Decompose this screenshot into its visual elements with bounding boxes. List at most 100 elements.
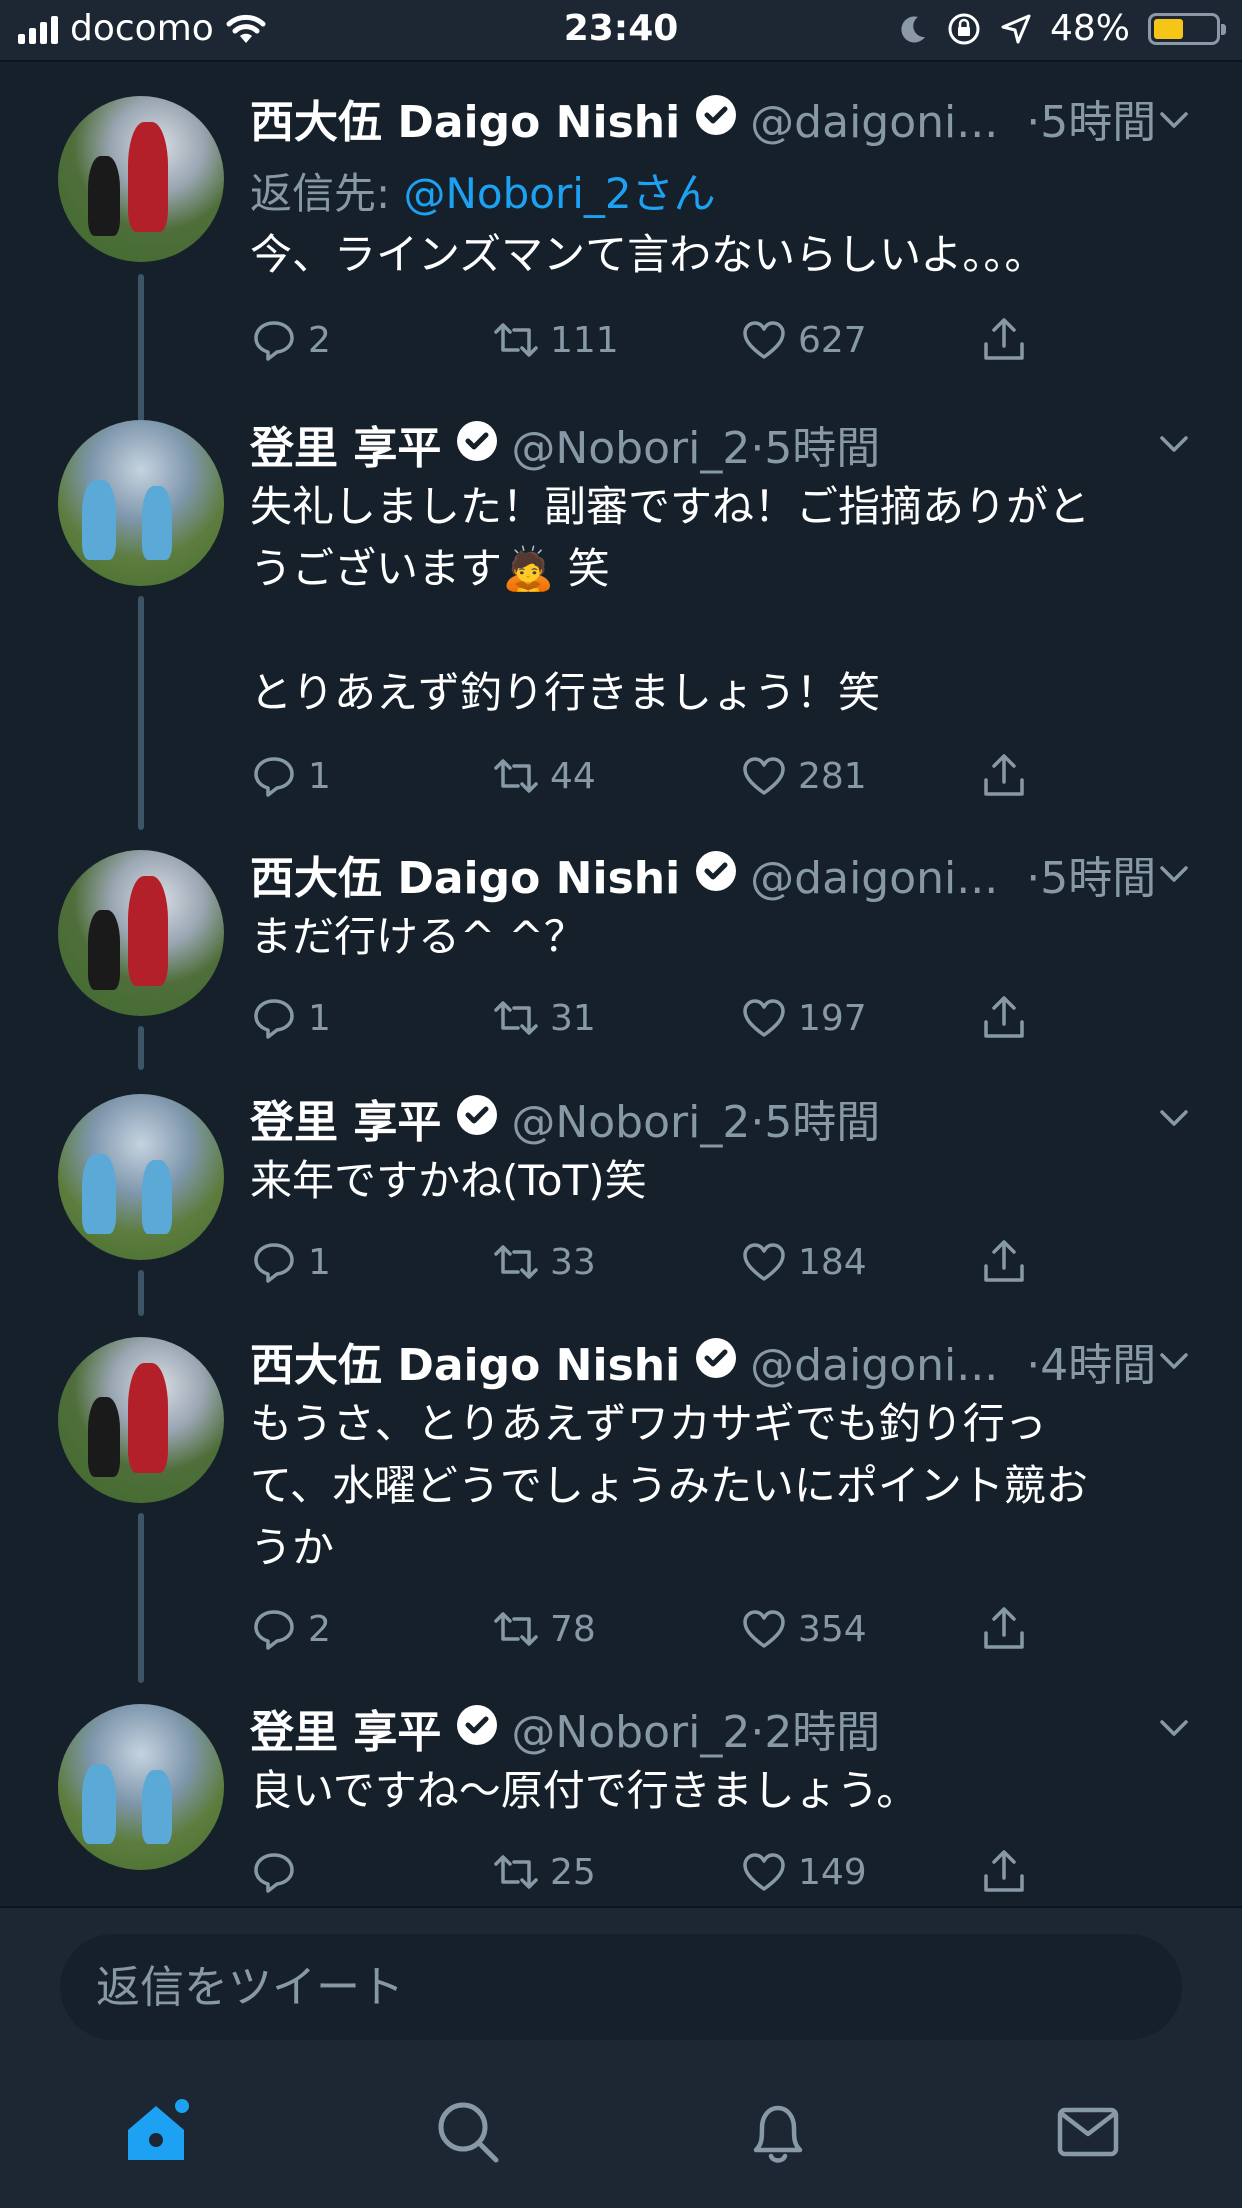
like-count: 627 xyxy=(798,319,867,361)
retweet-icon xyxy=(494,1855,538,1889)
retweet-button[interactable]: 44 xyxy=(492,752,596,800)
chevron-down-icon[interactable] xyxy=(1156,102,1192,138)
heart-icon xyxy=(743,999,785,1037)
author-handle: @Nobori_2 xyxy=(511,1097,751,1148)
retweet-button[interactable]: 25 xyxy=(492,1848,596,1896)
retweet-icon xyxy=(494,1001,538,1035)
avatar[interactable] xyxy=(58,1094,224,1260)
author-handle: @daigoni... xyxy=(750,97,999,148)
like-button[interactable]: 627 xyxy=(740,316,867,364)
reply-bar xyxy=(0,1906,1242,2060)
thread-line xyxy=(138,1026,144,1070)
reply-to-link[interactable]: @Nobori_2さん xyxy=(404,169,716,218)
verified-badge-icon xyxy=(457,1095,498,1135)
heart-icon xyxy=(743,1853,785,1891)
reply-input[interactable] xyxy=(60,1934,1182,2040)
messages-icon[interactable] xyxy=(1052,2096,1124,2168)
heart-icon xyxy=(743,1243,785,1281)
author-name[interactable]: 登里 享平 xyxy=(250,1086,441,1150)
verified-badge-icon xyxy=(696,851,737,891)
retweet-button[interactable]: 78 xyxy=(492,1605,596,1653)
avatar[interactable] xyxy=(58,420,224,586)
search-icon[interactable] xyxy=(432,2096,504,2168)
retweet-button[interactable]: 33 xyxy=(492,1238,596,1286)
reply-to: 返信先: @Nobori_2さん xyxy=(250,160,716,221)
share-button[interactable] xyxy=(980,1848,1028,1896)
chevron-down-icon[interactable] xyxy=(1156,1710,1192,1746)
reply-button[interactable]: 1 xyxy=(250,752,331,800)
retweet-icon xyxy=(494,1245,538,1279)
avatar[interactable] xyxy=(58,850,224,1016)
tweet-header: 登里 享平 @Nobori_2 ·5時間 xyxy=(250,412,880,476)
reply-count: 1 xyxy=(308,1241,331,1283)
chevron-down-icon[interactable] xyxy=(1156,1343,1192,1379)
share-button[interactable] xyxy=(980,316,1028,364)
retweet-button[interactable]: 31 xyxy=(492,994,596,1042)
retweet-count: 111 xyxy=(550,319,619,361)
status-bar: docomo 23:40 48% xyxy=(0,0,1242,62)
home-icon[interactable] xyxy=(120,2096,192,2168)
reply-button[interactable]: 1 xyxy=(250,994,331,1042)
reply-button[interactable]: 2 xyxy=(250,1605,331,1653)
moon-icon xyxy=(901,15,925,42)
like-button[interactable]: 197 xyxy=(740,994,867,1042)
tweet-actions: 1 33 184 xyxy=(250,1238,1050,1298)
like-count: 281 xyxy=(798,755,867,797)
battery-percent: 48% xyxy=(1049,8,1130,49)
retweet-icon xyxy=(494,759,538,793)
share-button[interactable] xyxy=(980,1605,1028,1653)
retweet-count: 78 xyxy=(550,1608,596,1650)
location-icon xyxy=(1001,14,1031,43)
author-name[interactable]: 西大伍 Daigo Nishi xyxy=(250,1329,680,1393)
chevron-down-icon[interactable] xyxy=(1156,856,1192,892)
reply-button[interactable]: 1 xyxy=(250,1238,331,1286)
status-divider xyxy=(0,60,1242,62)
chevron-down-icon[interactable] xyxy=(1156,1100,1192,1136)
author-handle: @Nobori_2 xyxy=(511,423,751,474)
tweet-text: 失礼しました！副審ですね！ご指摘ありがと うございます🙇 笑 とりあえず釣り行き… xyxy=(250,482,1091,717)
verified-badge-icon xyxy=(457,421,498,461)
heart-icon xyxy=(743,321,785,359)
like-button[interactable]: 184 xyxy=(740,1238,867,1286)
screen: docomo 23:40 48% 西大伍 Daigo Nishi @daigon… xyxy=(0,0,1242,2208)
tweet-actions: 2 111 627 xyxy=(250,316,1050,376)
retweet-icon xyxy=(494,323,538,357)
author-name[interactable]: 登里 享平 xyxy=(250,412,441,476)
reply-icon xyxy=(254,757,294,797)
like-count: 197 xyxy=(798,997,867,1039)
like-button[interactable]: 281 xyxy=(740,752,867,800)
tweet-actions: 1 31 197 xyxy=(250,994,1050,1054)
tweet-text: 良いですね〜原付で行きましょう。 xyxy=(250,1766,919,1815)
reply-button[interactable] xyxy=(250,1848,308,1896)
like-button[interactable]: 354 xyxy=(740,1605,867,1653)
author-name[interactable]: 西大伍 Daigo Nishi xyxy=(250,86,680,150)
share-button[interactable] xyxy=(980,994,1028,1042)
avatar[interactable] xyxy=(58,96,224,262)
retweet-count: 31 xyxy=(550,997,596,1039)
thread-line xyxy=(138,1513,144,1683)
retweet-count: 44 xyxy=(550,755,596,797)
reply-count: 1 xyxy=(308,755,331,797)
like-count: 184 xyxy=(798,1241,867,1283)
notifications-icon[interactable] xyxy=(742,2096,814,2168)
retweet-icon xyxy=(494,1612,538,1646)
retweet-button[interactable]: 111 xyxy=(492,316,619,364)
reply-count: 2 xyxy=(308,319,331,361)
avatar[interactable] xyxy=(58,1337,224,1503)
share-icon xyxy=(984,1607,1024,1649)
author-name[interactable]: 西大伍 Daigo Nishi xyxy=(250,842,680,906)
avatar[interactable] xyxy=(58,1704,224,1870)
author-name[interactable]: 登里 享平 xyxy=(250,1696,441,1760)
share-button[interactable] xyxy=(980,1238,1028,1286)
tweet-header: 西大伍 Daigo Nishi @daigoni... ·5時間 xyxy=(250,842,1156,906)
chevron-down-icon[interactable] xyxy=(1156,426,1192,462)
share-icon xyxy=(984,1850,1024,1892)
heart-icon xyxy=(743,757,785,795)
share-button[interactable] xyxy=(980,752,1028,800)
reply-count: 1 xyxy=(308,997,331,1039)
tweet-header: 登里 享平 @Nobori_2 ·2時間 xyxy=(250,1696,880,1760)
like-button[interactable]: 149 xyxy=(740,1848,867,1896)
share-icon xyxy=(984,1240,1024,1282)
reply-button[interactable]: 2 xyxy=(250,316,331,364)
like-count: 354 xyxy=(798,1608,867,1650)
